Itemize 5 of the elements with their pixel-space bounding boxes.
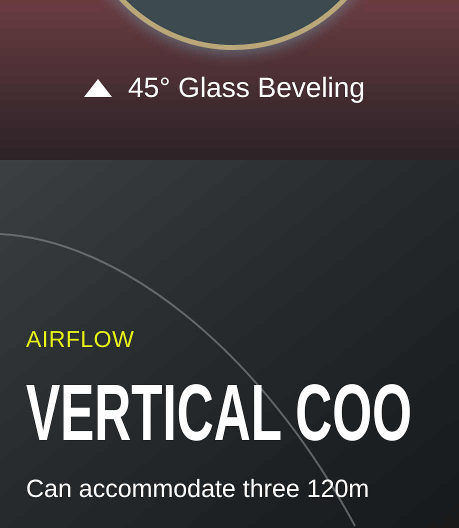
section-body: Can accommodate three 120m [26,477,370,502]
triangle-icon [84,79,112,97]
section-heading: VERTICAL COO [26,373,410,453]
section-eyebrow: AIRFLOW [26,328,136,351]
feature-caption: 45° Glass Beveling [128,74,365,102]
